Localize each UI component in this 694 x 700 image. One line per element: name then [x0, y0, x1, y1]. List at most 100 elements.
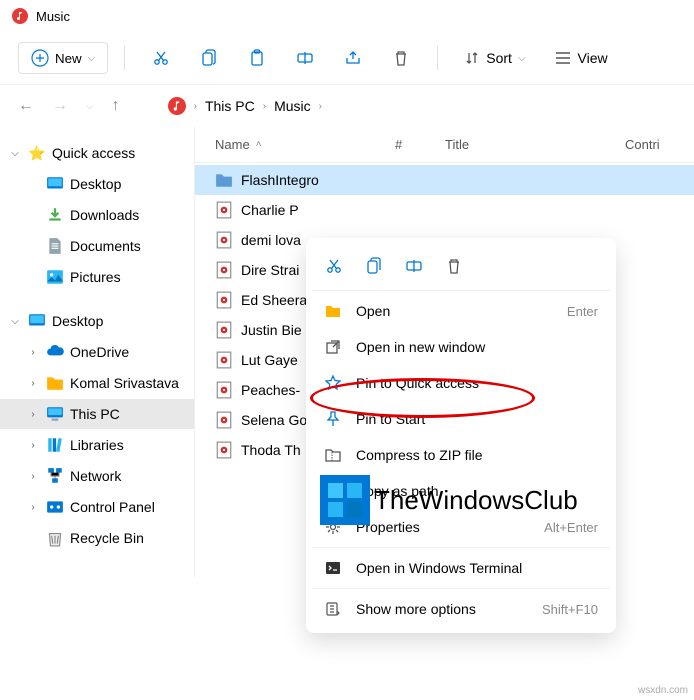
- new-label: New: [55, 51, 82, 66]
- sidebar-item-label: Libraries: [70, 437, 124, 453]
- sidebar-item-label: Komal Srivastava: [70, 375, 179, 391]
- divider: [312, 588, 610, 589]
- pin-icon: [324, 410, 342, 428]
- sort-button[interactable]: Sort ⌵: [454, 44, 535, 72]
- chevron-down-icon: ⌵: [8, 316, 22, 327]
- file-name: Selena Go: [241, 412, 307, 428]
- audio-file-icon: [215, 441, 233, 459]
- sidebar-item-control-panel[interactable]: › Control Panel: [0, 492, 194, 522]
- view-icon: [554, 51, 572, 65]
- ctx-label: Pin to Start: [356, 411, 598, 427]
- forward-button[interactable]: →: [52, 97, 68, 115]
- ctx-compress-zip[interactable]: Compress to ZIP file: [312, 437, 610, 473]
- recent-button[interactable]: ⌵: [86, 101, 94, 112]
- sort-icon: [464, 50, 480, 66]
- zip-icon: [324, 446, 342, 464]
- ctx-label: Properties: [356, 519, 530, 535]
- sidebar: ⌵ ⭐ Quick access Desktop Downloads Docum…: [0, 127, 195, 577]
- sidebar-item-recycle-bin[interactable]: Recycle Bin: [0, 523, 194, 553]
- sidebar-item-this-pc[interactable]: › This PC: [0, 399, 194, 429]
- copy-button[interactable]: [189, 42, 229, 74]
- ctx-copy-button[interactable]: [356, 250, 392, 282]
- user-folder-icon: [46, 374, 64, 392]
- chevron-right-icon: ›: [26, 347, 40, 358]
- scissors-icon: [325, 257, 343, 275]
- sidebar-item-documents[interactable]: Documents: [0, 231, 194, 261]
- rename-button[interactable]: [285, 42, 325, 74]
- sort-label: Sort: [486, 50, 512, 66]
- sidebar-item-desktop[interactable]: Desktop: [0, 169, 194, 199]
- column-name[interactable]: Name˄: [215, 137, 395, 152]
- toolbar: New ⌵ Sort ⌵ View: [0, 32, 694, 85]
- navigation-bar: ← → ⌵ ↑ › This PC › Music ›: [0, 85, 694, 127]
- file-name: Thoda Th: [241, 442, 301, 458]
- sidebar-item-downloads[interactable]: Downloads: [0, 200, 194, 230]
- sidebar-item-onedrive[interactable]: › OneDrive: [0, 337, 194, 367]
- back-button[interactable]: ←: [18, 97, 34, 115]
- column-title[interactable]: Title: [445, 137, 625, 152]
- ctx-pin-quick-access[interactable]: Pin to Quick access: [312, 365, 610, 401]
- audio-file-icon: [215, 261, 233, 279]
- sidebar-item-network[interactable]: › Network: [0, 461, 194, 491]
- network-icon: [46, 467, 64, 485]
- sidebar-item-label: Pictures: [70, 269, 121, 285]
- sidebar-desktop[interactable]: ⌵ Desktop: [0, 306, 194, 336]
- breadcrumb[interactable]: › This PC › Music ›: [168, 97, 322, 115]
- file-name: Peaches-: [241, 382, 300, 398]
- file-name: Justin Bie: [241, 322, 302, 338]
- breadcrumb-item[interactable]: This PC: [205, 98, 255, 114]
- new-button[interactable]: New ⌵: [18, 42, 108, 74]
- ctx-open[interactable]: Open Enter: [312, 293, 610, 329]
- sidebar-quick-access[interactable]: ⌵ ⭐ Quick access: [0, 138, 194, 168]
- paste-button[interactable]: [237, 42, 277, 74]
- downloads-icon: [46, 206, 64, 224]
- chevron-right-icon: ›: [319, 101, 322, 112]
- sidebar-item-label: This PC: [70, 406, 120, 422]
- ctx-properties[interactable]: Properties Alt+Enter: [312, 509, 610, 545]
- context-menu: Open Enter Open in new window Pin to Qui…: [306, 238, 616, 633]
- ctx-open-new-window[interactable]: Open in new window: [312, 329, 610, 365]
- ctx-rename-button[interactable]: [396, 250, 432, 282]
- sidebar-item-pictures[interactable]: Pictures: [0, 262, 194, 292]
- file-name: Lut Gaye: [241, 352, 298, 368]
- delete-button[interactable]: [381, 42, 421, 74]
- copy-icon: [201, 49, 217, 67]
- column-headers: Name˄ # Title Contri: [195, 127, 694, 163]
- sidebar-item-label: Quick access: [52, 145, 135, 161]
- rename-icon: [296, 50, 314, 66]
- share-button[interactable]: [333, 42, 373, 74]
- star-outline-icon: [324, 374, 342, 392]
- desktop-icon: [28, 312, 46, 330]
- control-panel-icon: [46, 498, 64, 516]
- breadcrumb-item[interactable]: Music: [274, 98, 311, 114]
- copy-icon: [366, 257, 382, 275]
- ctx-show-more[interactable]: Show more options Shift+F10: [312, 591, 610, 627]
- context-toolbar: [312, 244, 610, 288]
- audio-file-icon: [215, 321, 233, 339]
- column-contrib[interactable]: Contri: [625, 137, 674, 152]
- up-button[interactable]: ↑: [112, 97, 120, 115]
- sidebar-item-user[interactable]: › Komal Srivastava: [0, 368, 194, 398]
- file-row-folder[interactable]: FlashIntegro: [195, 165, 694, 195]
- chevron-right-icon: ›: [263, 101, 266, 112]
- divider: [437, 46, 438, 70]
- star-icon: ⭐: [28, 144, 46, 162]
- sidebar-item-label: Recycle Bin: [70, 530, 144, 546]
- audio-file-icon: [215, 231, 233, 249]
- view-button[interactable]: View: [544, 44, 618, 72]
- cut-button[interactable]: [141, 42, 181, 74]
- window-title: Music: [36, 9, 70, 24]
- file-row[interactable]: Charlie P: [195, 195, 694, 225]
- ctx-cut-button[interactable]: [316, 250, 352, 282]
- ctx-delete-button[interactable]: [436, 250, 472, 282]
- ctx-open-terminal[interactable]: Open in Windows Terminal: [312, 550, 610, 586]
- copy-path-icon: [324, 482, 342, 500]
- chevron-right-icon: ›: [26, 378, 40, 389]
- quick-access-section: ⌵ ⭐ Quick access Desktop Downloads Docum…: [0, 138, 194, 292]
- column-number[interactable]: #: [395, 137, 445, 152]
- trash-icon: [446, 257, 462, 275]
- ctx-copy-path[interactable]: Copy as path: [312, 473, 610, 509]
- ctx-pin-start[interactable]: Pin to Start: [312, 401, 610, 437]
- more-options-icon: [324, 600, 342, 618]
- sidebar-item-libraries[interactable]: › Libraries: [0, 430, 194, 460]
